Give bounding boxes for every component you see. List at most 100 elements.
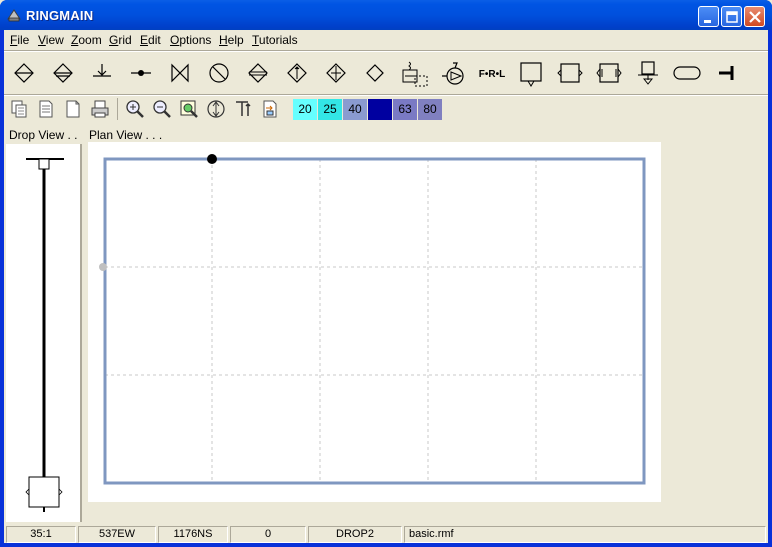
- symbol-button-17[interactable]: [629, 54, 667, 92]
- printer-icon: [91, 100, 109, 118]
- menu-zoom-label: oom: [78, 33, 102, 47]
- diameter-40-button[interactable]: 40: [343, 99, 367, 120]
- print-button[interactable]: [89, 98, 111, 120]
- drop-box-icon: [638, 61, 658, 85]
- diameter-20-button[interactable]: 20: [293, 99, 317, 120]
- status-filename: basic.rmf: [404, 526, 766, 543]
- drop-view-canvas[interactable]: [6, 144, 82, 522]
- diameter-25-button[interactable]: 25: [318, 99, 342, 120]
- drop-view-button[interactable]: [205, 98, 227, 120]
- menu-zoom[interactable]: Zoom: [71, 33, 102, 47]
- text-height-icon: [236, 101, 251, 116]
- drop-view-panel: Drop View . . .: [4, 126, 82, 522]
- symbol-button-1[interactable]: [5, 54, 43, 92]
- diamond-circle-icon: [207, 100, 225, 118]
- drop-outlet-box[interactable]: [28, 476, 60, 508]
- symbol-button-14[interactable]: [512, 54, 550, 92]
- zoom-out-button[interactable]: [151, 98, 173, 120]
- earth-down-icon: [93, 64, 111, 77]
- symbol-button-19[interactable]: [707, 54, 745, 92]
- symbol-button-6[interactable]: [200, 54, 238, 92]
- symbol-button-15[interactable]: [551, 54, 589, 92]
- menu-tutorials-label: utorials: [258, 33, 298, 47]
- symbol-button-12[interactable]: [434, 54, 472, 92]
- status-northing: 1176NS: [158, 526, 228, 543]
- menu-view-accel: V: [38, 33, 46, 47]
- menu-edit[interactable]: Edit: [140, 33, 161, 47]
- maximize-icon: [726, 11, 738, 23]
- symbol-button-3[interactable]: [83, 54, 121, 92]
- box-outlet-icon: [520, 62, 542, 87]
- minimize-button[interactable]: [698, 6, 719, 27]
- junction-node[interactable]: [99, 263, 107, 271]
- symbol-button-10[interactable]: [356, 54, 394, 92]
- diameter-80-button[interactable]: 80: [418, 99, 442, 120]
- menu-file-label: ile: [17, 33, 30, 47]
- copy-button[interactable]: [8, 98, 30, 120]
- status-scale: 35:1: [6, 526, 76, 543]
- zoom-area-button[interactable]: [178, 98, 200, 120]
- menu-bar: File View Zoom Grid Edit Options Help Tu…: [4, 30, 768, 50]
- frl-text: F•R•L: [479, 69, 505, 80]
- text-document-icon: [39, 100, 53, 118]
- plan-view-label: Plan View . . .: [89, 128, 163, 142]
- open-document-button[interactable]: [35, 98, 57, 120]
- diamond-line-symbol-icon: [14, 63, 34, 83]
- menu-grid[interactable]: Grid: [109, 33, 132, 47]
- rounded-terminator-icon: [673, 66, 701, 80]
- bowtie-valve-icon: [171, 63, 189, 83]
- symbol-button-7[interactable]: [239, 54, 277, 92]
- new-document-button[interactable]: [62, 98, 84, 120]
- menu-edit-label: dit: [148, 33, 161, 47]
- document-export-icon: [263, 100, 277, 118]
- diamond-double-line-icon: [53, 63, 73, 83]
- symbol-button-5[interactable]: [161, 54, 199, 92]
- diameter-50-button[interactable]: 50: [368, 99, 392, 120]
- status-bar: 35:1 537EW 1176NS 0 DROP2 basic.rmf: [4, 524, 768, 543]
- menu-file[interactable]: File: [10, 33, 29, 47]
- diamond-cross-icon: [326, 63, 346, 83]
- zoom-in-button[interactable]: [124, 98, 146, 120]
- menu-help-accel: H: [219, 33, 228, 47]
- close-icon: [749, 11, 761, 23]
- menu-help[interactable]: Help: [219, 33, 244, 47]
- symbol-button-2[interactable]: [44, 54, 82, 92]
- menu-tutorials[interactable]: Tutorials: [252, 33, 298, 47]
- menu-view[interactable]: View: [38, 33, 64, 47]
- junction-node-icon: [131, 70, 151, 76]
- ringmain-app-icon: [7, 9, 21, 22]
- diameter-63-button[interactable]: 63: [393, 99, 417, 120]
- pump-icon: [442, 62, 464, 85]
- app-window: RINGMAIN File View Zoom Grid Edit Option…: [0, 0, 772, 547]
- symbol-button-8[interactable]: [278, 54, 316, 92]
- client-area: File View Zoom Grid Edit Options Help Tu…: [4, 30, 768, 543]
- text-tool-button[interactable]: [232, 98, 254, 120]
- symbol-button-18[interactable]: [668, 54, 706, 92]
- menu-help-label: elp: [227, 33, 244, 47]
- symbol-button-13[interactable]: F•R•L: [473, 54, 511, 92]
- pipe-end-icon: [719, 66, 734, 80]
- close-button[interactable]: [744, 6, 765, 27]
- selected-node[interactable]: [207, 154, 217, 164]
- menu-options-label: ptions: [179, 33, 212, 47]
- status-value: 0: [230, 526, 306, 543]
- menu-edit-accel: E: [140, 33, 149, 47]
- symbol-button-11[interactable]: [395, 54, 433, 92]
- status-drop: DROP2: [308, 526, 402, 543]
- minimize-icon: [704, 20, 711, 23]
- maximize-button[interactable]: [721, 6, 742, 27]
- diamond-small-icon: [366, 64, 384, 82]
- plan-view-canvas[interactable]: [88, 142, 661, 502]
- symbol-button-9[interactable]: [317, 54, 355, 92]
- symbol-button-16[interactable]: [590, 54, 628, 92]
- menu-options[interactable]: Options: [170, 33, 211, 47]
- ring-main-loop[interactable]: [103, 157, 646, 485]
- drop-pipe-diagram: [25, 158, 64, 512]
- diamond-split-icon: [248, 63, 268, 83]
- blank-document-icon: [66, 100, 80, 118]
- export-button[interactable]: [259, 98, 281, 120]
- symbol-button-4[interactable]: [122, 54, 160, 92]
- menu-grid-label: rid: [118, 33, 132, 47]
- menu-view-label: iew: [45, 33, 64, 47]
- title-bar[interactable]: RINGMAIN: [0, 0, 772, 30]
